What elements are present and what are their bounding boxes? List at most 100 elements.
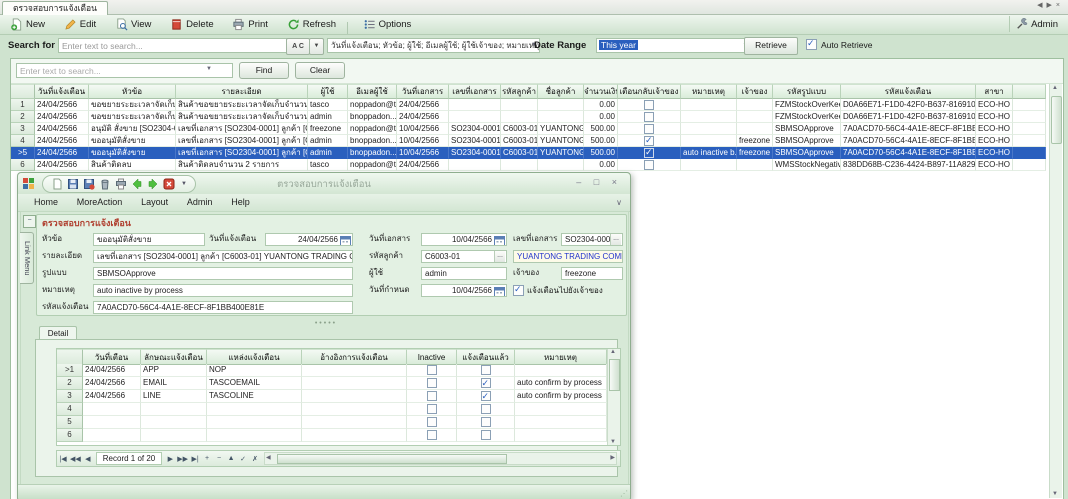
delete-button[interactable]: Delete (166, 16, 217, 33)
cell-checkbox[interactable] (644, 148, 654, 158)
column-header[interactable]: เตือนกลับเจ้าของ (618, 84, 681, 99)
tab-scroll-right-icon[interactable]: ▶ (1047, 2, 1056, 9)
cell-checkbox[interactable] (481, 430, 491, 440)
tab-close-icon[interactable]: × (1056, 2, 1064, 9)
customer-name-field[interactable]: YUANTONG TRADING COMPANY (513, 250, 623, 263)
cell-checkbox[interactable] (481, 391, 491, 401)
auto-retrieve-checkbox[interactable]: Auto Retrieve (806, 39, 873, 50)
cell-checkbox[interactable] (427, 417, 437, 427)
calendar-icon[interactable] (494, 286, 505, 297)
tab-scroll-left-icon[interactable]: ◀ (1037, 2, 1046, 9)
column-header[interactable]: รหัสรูปแบบ (773, 84, 841, 99)
cell-checkbox[interactable] (427, 378, 437, 388)
menu-admin[interactable]: Admin (187, 194, 213, 211)
resize-grip[interactable]: ⋰ (620, 489, 628, 498)
notify-owner-checkbox[interactable]: แจ้งเตือนไปยังเจ้าของ (513, 284, 603, 297)
due-date-field[interactable]: 10/04/2566 (421, 284, 507, 297)
refresh-button[interactable]: Refresh (283, 16, 340, 33)
column-header[interactable]: วันที่เอกสาร (397, 84, 449, 99)
menu-layout[interactable]: Layout (141, 194, 168, 211)
options-button[interactable]: Options (359, 16, 416, 33)
column-header[interactable]: รายละเอียด (176, 84, 308, 99)
find-button[interactable]: Find (239, 62, 289, 79)
link-menu-tab[interactable]: Link Menu (20, 232, 34, 284)
new-button[interactable]: New (6, 16, 49, 33)
column-header[interactable]: หัวข้อ (89, 84, 176, 99)
column-header[interactable]: ผู้ใช้ (308, 84, 348, 99)
column-header[interactable]: แจ้งเตือนแล้ว (457, 349, 515, 365)
match-case-button[interactable]: A C (286, 38, 310, 55)
document-tab[interactable]: ตรวจสอบการแจ้งเตือน (2, 1, 108, 15)
scroll-down-icon[interactable]: ▼ (1052, 491, 1058, 497)
column-header[interactable]: หมายเหตุ (515, 349, 607, 365)
doc-date-field[interactable]: 10/04/2566 (421, 233, 507, 246)
row-header[interactable]: 4 (57, 403, 83, 416)
column-header[interactable]: Inactive (407, 349, 457, 365)
group-collapse-button[interactable]: − (23, 215, 36, 228)
search-options-dropdown[interactable]: ▼ (309, 38, 324, 55)
admin-button[interactable]: Admin (1009, 16, 1064, 32)
notify-date-field[interactable]: 24/04/2566 (265, 233, 353, 246)
notify-code-field[interactable]: 7A0ACD70-56C4-4A1E-8ECF-8F1BB400E81E (93, 301, 353, 314)
description-field[interactable]: เลขที่เอกสาร [SO2304-0001] ลูกค้า [C6003… (93, 250, 353, 263)
table-row[interactable]: 6 (57, 429, 607, 442)
cell-checkbox[interactable] (644, 112, 654, 122)
ribbon-collapse-icon[interactable]: ∨ (616, 194, 622, 211)
cell-checkbox[interactable] (644, 100, 654, 110)
column-header[interactable]: อีเมลผู้ใช้ (348, 84, 397, 99)
scroll-up-icon[interactable]: ▲ (610, 349, 616, 355)
row-header[interactable]: 2 (57, 377, 83, 390)
row-header[interactable]: >1 (57, 364, 83, 377)
row-header[interactable]: 5 (57, 416, 83, 429)
nav-prev-page-button[interactable]: ◀◀ (69, 455, 82, 463)
column-header[interactable]: จำนวนเงิน (584, 84, 618, 99)
cell-checkbox[interactable] (427, 365, 437, 375)
ellipsis-button[interactable]: ... (610, 234, 621, 245)
nav-next-page-button[interactable]: ▶▶ (176, 455, 189, 463)
column-header[interactable]: อ้างอิงการแจ้งเตือน (302, 349, 407, 365)
scroll-up-icon[interactable]: ▲ (1052, 85, 1058, 91)
cell-checkbox[interactable] (427, 391, 437, 401)
nav-delete-button[interactable]: − (213, 455, 225, 462)
nav-append-button[interactable]: + (201, 455, 213, 462)
scroll-right-icon[interactable]: ▶ (610, 454, 615, 461)
nav-next-button[interactable]: ▶ (164, 455, 176, 463)
cell-checkbox[interactable] (481, 378, 491, 388)
pattern-field[interactable]: SBMSOApprove (93, 267, 353, 280)
grid-vertical-scrollbar[interactable]: ▲ ▼ (1049, 84, 1062, 498)
search-fields-combo[interactable]: วันที่แจ้งเตือน; หัวข้อ; ผู้ใช้; อีเมลผู… (327, 38, 540, 53)
calendar-icon[interactable] (494, 235, 505, 246)
cell-checkbox[interactable] (481, 417, 491, 427)
nav-last-button[interactable]: ▶| (189, 455, 201, 463)
cell-checkbox[interactable] (644, 160, 654, 170)
remark-field[interactable]: auto inactive by process (93, 284, 353, 297)
row-header[interactable]: 6 (57, 429, 83, 442)
cell-checkbox[interactable] (481, 404, 491, 414)
column-header[interactable]: เจ้าของ (737, 84, 773, 99)
column-header[interactable]: ลักษณะแจ้งเตือน (141, 349, 207, 365)
scroll-left-icon[interactable]: ◀ (266, 454, 271, 461)
table-row[interactable]: 4 (57, 403, 607, 416)
nav-edit-button[interactable]: ▲ (225, 455, 237, 462)
dialog-title-bar[interactable]: ▼ ตรวจสอบการแจ้งเตือน – □ × (18, 173, 630, 195)
date-range-combo[interactable]: This year∨ (596, 38, 752, 53)
detail-horizontal-scrollbar[interactable]: ◀▶ (264, 452, 617, 465)
nav-endedit-button[interactable]: ✓ (237, 455, 249, 463)
scroll-down-icon[interactable]: ▼ (610, 439, 616, 445)
row-header[interactable]: 6 (11, 159, 35, 171)
doc-no-field[interactable]: SO2304-0001... (561, 233, 623, 246)
grid-search-dropdown-icon[interactable]: ▼ (206, 66, 212, 72)
column-header[interactable]: หมายเหตุ (681, 84, 737, 99)
row-header[interactable]: >5 (11, 147, 35, 159)
ellipsis-button[interactable]: ... (494, 251, 505, 262)
clear-button[interactable]: Clear (295, 62, 345, 79)
menu-help[interactable]: Help (231, 194, 250, 211)
column-header[interactable]: สาขา (976, 84, 1013, 99)
retrieve-button[interactable]: Retrieve (744, 37, 798, 55)
scrollbar-thumb[interactable] (1051, 96, 1062, 144)
table-row[interactable]: 424/04/2566ขออนุมัติสั่งขายเลขที่เอกสาร … (11, 135, 1046, 147)
detail-vertical-scrollbar[interactable]: ▲ ▼ (607, 349, 620, 445)
dialog-window-buttons[interactable]: – □ × (576, 177, 622, 187)
cell-checkbox[interactable] (644, 124, 654, 134)
table-row[interactable]: 324/04/2566อนุมัติ สั่งขาย [SO2304-0001]… (11, 123, 1046, 135)
